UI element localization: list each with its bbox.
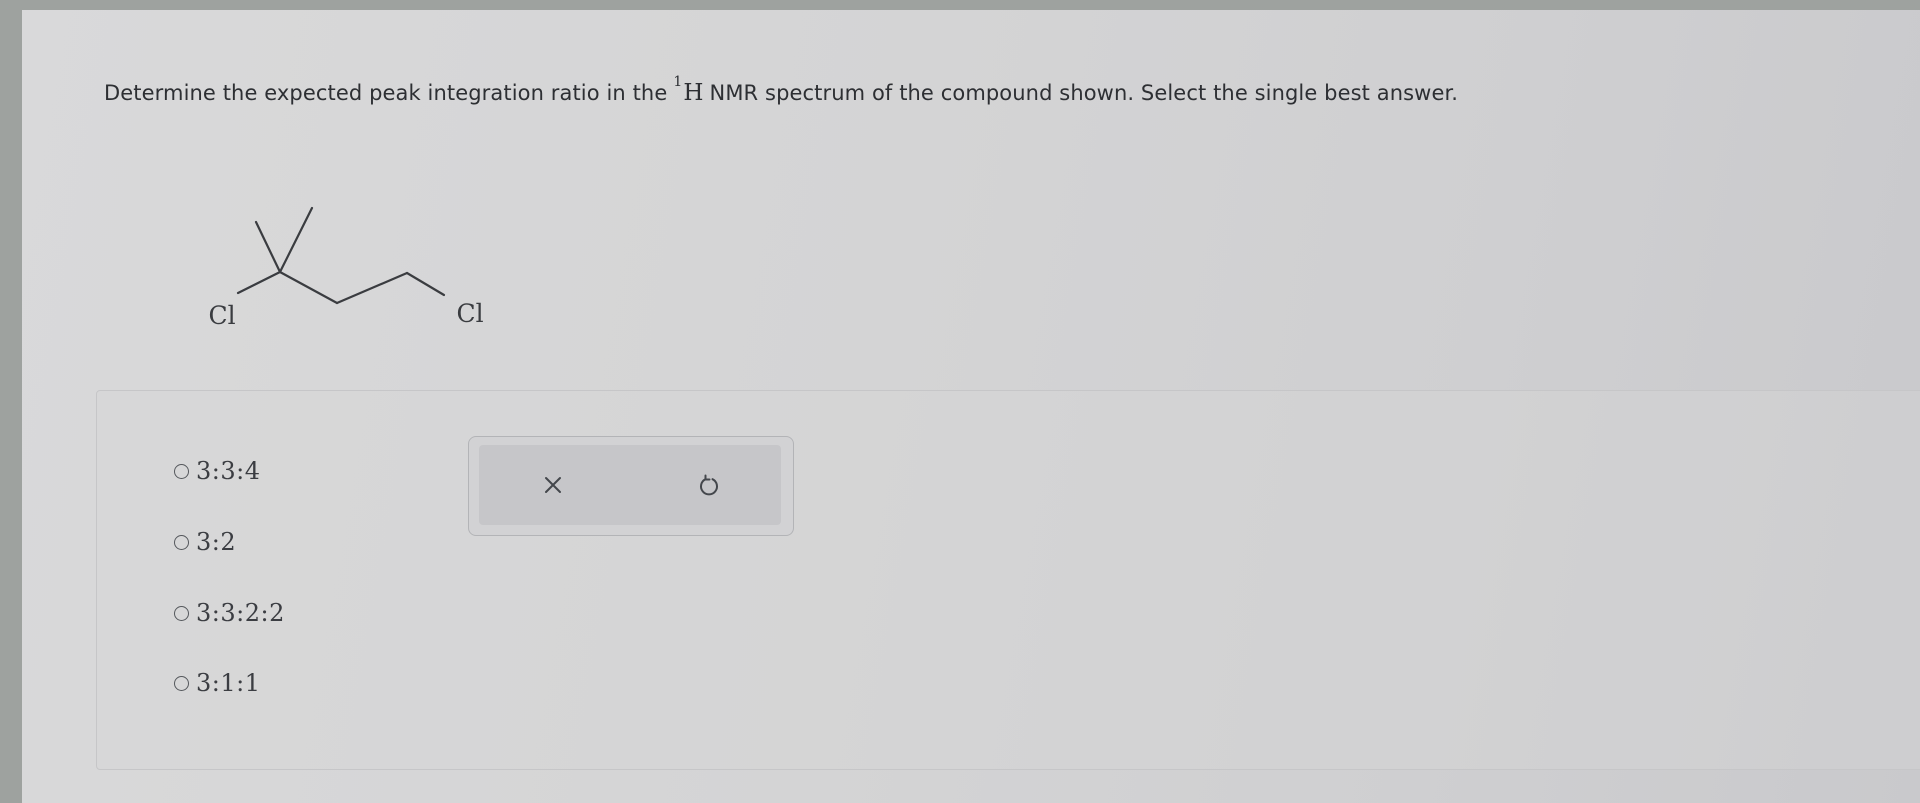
- atom-cl-left: Cl: [208, 301, 235, 330]
- option-label: 3:3:4: [196, 457, 261, 485]
- clear-button[interactable]: [537, 469, 569, 501]
- answer-panel: [96, 390, 1920, 770]
- radio-button[interactable]: [174, 675, 189, 691]
- option-1[interactable]: 3:3:4: [174, 457, 260, 485]
- option-label: 3:1:1: [196, 669, 261, 697]
- reset-button[interactable]: [693, 469, 725, 501]
- atom-cl-right: Cl: [456, 299, 483, 328]
- answer-tools: [468, 436, 794, 536]
- option-label: 3:2: [196, 528, 237, 556]
- undo-icon: [700, 474, 718, 496]
- bond-methyl-2: [278, 206, 314, 274]
- bond-cl-right: [405, 271, 446, 297]
- option-label: 3:3:2:2: [196, 599, 285, 627]
- bond-cl-left: [236, 270, 282, 295]
- option-3[interactable]: 3:3:2:2: [174, 599, 285, 627]
- radio-button[interactable]: [174, 534, 189, 550]
- question-nucleus: H: [683, 80, 704, 106]
- question-page: Determine the expected peak integration …: [22, 10, 1920, 803]
- question-suffix: NMR spectrum of the compound shown. Sele…: [709, 81, 1459, 105]
- x-icon: [545, 477, 561, 493]
- radio-button[interactable]: [174, 605, 189, 621]
- compound-structure: Cl Cl: [208, 206, 484, 330]
- radio-button[interactable]: [174, 463, 189, 479]
- option-4[interactable]: 3:1:1: [174, 669, 260, 697]
- question-prefix: Determine the expected peak integration …: [104, 81, 668, 105]
- question-text: Determine the expected peak integration …: [104, 74, 1458, 106]
- bond-methyl-1: [254, 220, 282, 274]
- answer-tools-inner: [479, 445, 781, 525]
- option-2[interactable]: 3:2: [174, 528, 236, 556]
- question-superscript: 1: [673, 74, 683, 90]
- bond-c2-c3: [278, 270, 339, 305]
- bond-c3-c4: [335, 271, 409, 305]
